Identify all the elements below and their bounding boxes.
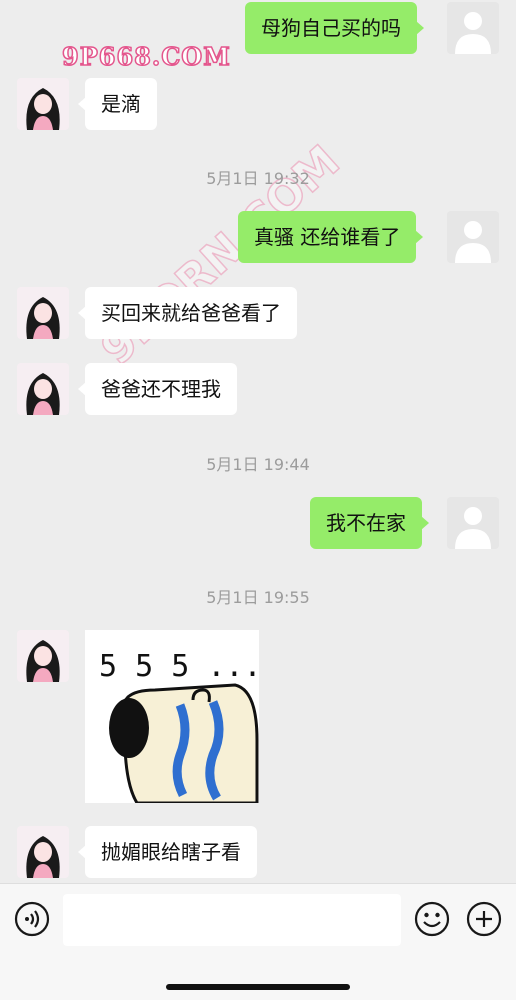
contact-avatar[interactable] (17, 78, 69, 130)
sticker-caption: 5 5 5 ... (99, 649, 259, 684)
anime-girl-avatar-icon (17, 363, 69, 415)
message-bubble-incoming[interactable]: 买回来就给爸爸看了 (78, 287, 297, 339)
home-indicator (166, 984, 350, 990)
emoji-icon[interactable] (413, 900, 451, 938)
default-avatar-icon (447, 211, 499, 263)
my-avatar[interactable] (447, 2, 499, 54)
message-bubble-outgoing[interactable]: 我不在家 (310, 497, 429, 549)
timestamp: 5月1日 19:44 (206, 455, 310, 474)
anime-girl-avatar-icon (17, 287, 69, 339)
timestamp: 5月1日 19:55 (206, 588, 310, 607)
anime-girl-avatar-icon (17, 630, 69, 682)
anime-girl-avatar-icon (17, 826, 69, 878)
chat-area[interactable]: 母狗自己买的吗 9P668.COM 9PORN.COM 是滴 5月1日 19:3… (0, 0, 516, 883)
crying-sticker[interactable]: 5 5 5 ... (85, 630, 262, 805)
anime-girl-avatar-icon (17, 78, 69, 130)
contact-avatar[interactable] (17, 363, 69, 415)
message-input[interactable] (63, 894, 401, 946)
contact-avatar[interactable] (17, 826, 69, 878)
default-avatar-icon (447, 497, 499, 549)
voice-icon[interactable] (13, 900, 51, 938)
contact-avatar[interactable] (17, 287, 69, 339)
plus-icon[interactable] (465, 900, 503, 938)
contact-avatar[interactable] (17, 630, 69, 682)
my-avatar[interactable] (447, 211, 499, 263)
message-bubble-incoming[interactable]: 抛媚眼给瞎子看 (78, 826, 257, 878)
default-avatar-icon (447, 2, 499, 54)
message-bubble-outgoing[interactable]: 真骚 还给谁看了 (238, 211, 424, 263)
message-bubble-outgoing[interactable]: 母狗自己买的吗 (245, 2, 424, 54)
message-bubble-incoming[interactable]: 是滴 (78, 78, 157, 130)
watermark-9p668: 9P668.COM (61, 41, 231, 72)
message-bubble-incoming[interactable]: 爸爸还不理我 (78, 363, 237, 415)
input-toolbar (0, 883, 516, 1000)
timestamp: 5月1日 19:32 (206, 169, 310, 188)
my-avatar[interactable] (447, 497, 499, 549)
crying-bear-sticker-icon: 5 5 5 ... (99, 649, 262, 805)
